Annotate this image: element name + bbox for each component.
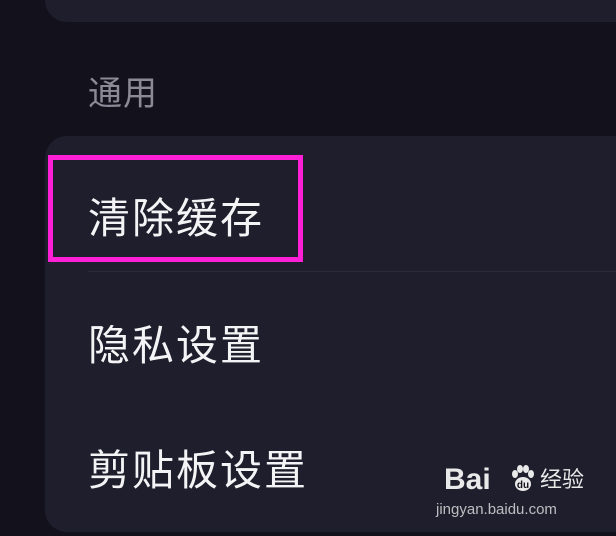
baidu-jingyan-watermark: Bai du 经验 jingyan.baidu.com bbox=[436, 460, 596, 524]
section-title: 通用 bbox=[88, 74, 158, 114]
privacy-settings-row[interactable]: 隐私设置 bbox=[45, 274, 616, 404]
baidu-paw-icon: du bbox=[512, 465, 534, 491]
previous-settings-card bbox=[45, 0, 616, 22]
watermark-url: jingyan.baidu.com bbox=[436, 501, 557, 518]
row-divider bbox=[88, 271, 616, 272]
watermark-suffix-text: 经验 bbox=[540, 468, 585, 493]
privacy-settings-label: 隐私设置 bbox=[88, 321, 265, 370]
settings-page: 通用 清除缓存 隐私设置 剪贴板设置 Bai du 经验 jingyan.bai… bbox=[0, 0, 616, 536]
watermark-logo-text: Bai bbox=[444, 463, 491, 496]
clipboard-settings-label: 剪贴板设置 bbox=[88, 446, 309, 495]
svg-text:du: du bbox=[517, 480, 529, 491]
clear-cache-highlight-box bbox=[48, 155, 303, 262]
